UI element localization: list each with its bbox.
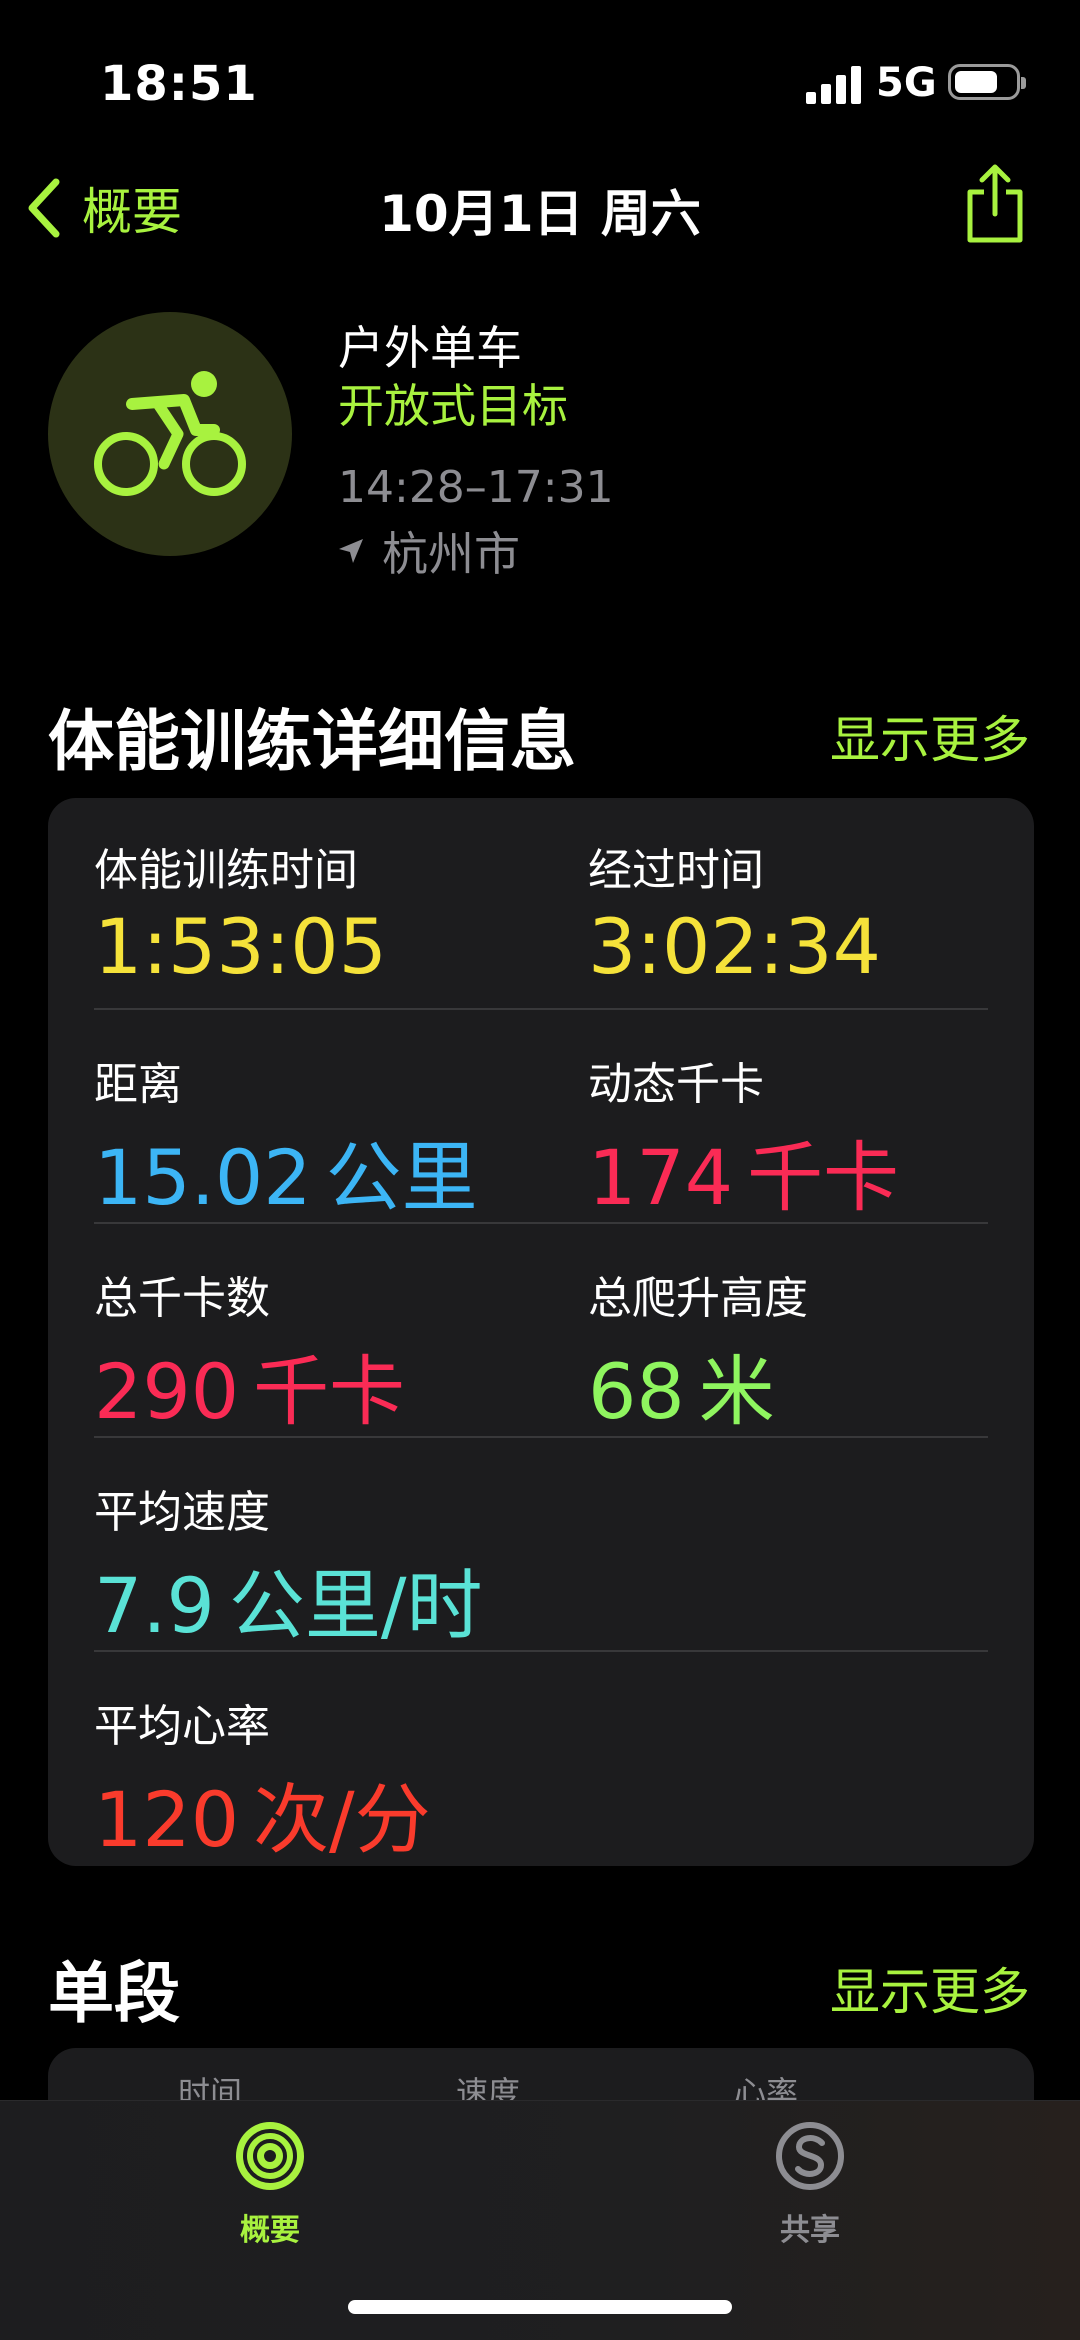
metric-elevation-gain: 总爬升高度 68 米 — [588, 1262, 808, 1440]
workout-details-card: 体能训练时间 1:53:05 经过时间 3:02:34 距离 15.02 公里 动… — [48, 798, 1034, 1866]
metric-workout-time: 体能训练时间 1:53:05 — [94, 834, 387, 991]
chevron-left-icon — [28, 178, 60, 238]
back-label: 概要 — [82, 183, 182, 241]
tab-sharing[interactable]: 共享 — [710, 2121, 910, 2249]
divider — [94, 1008, 988, 1010]
metric-value: 120 次/分 — [94, 1775, 431, 1864]
metric-label: 平均心率 — [94, 1701, 270, 1752]
metric-label: 距离 — [94, 1059, 182, 1110]
metric-label: 动态千卡 — [588, 1059, 764, 1110]
divider — [94, 1222, 988, 1224]
cellular-signal-icon — [806, 64, 866, 104]
metric-active-calories: 动态千卡 174 千卡 — [588, 1048, 899, 1226]
tab-label: 共享 — [780, 2213, 840, 2248]
status-time: 18:51 — [100, 56, 258, 112]
metric-label: 平均速度 — [94, 1487, 270, 1538]
network-type: 5G — [876, 60, 937, 106]
battery-icon — [948, 64, 1026, 100]
metric-average-speed: 平均速度 7.9 公里/时 — [94, 1476, 482, 1654]
workout-location: 杭州市 — [338, 518, 520, 584]
metric-value: 3:02:34 — [588, 902, 881, 991]
metric-label: 总爬升高度 — [588, 1273, 808, 1324]
details-show-more-button[interactable]: 显示更多 — [830, 700, 1030, 772]
divider — [94, 1436, 988, 1438]
sharing-icon — [776, 2122, 844, 2190]
metric-average-heart-rate: 平均心率 120 次/分 — [94, 1690, 431, 1868]
metric-value: 15.02 公里 — [94, 1133, 478, 1222]
tab-summary[interactable]: 概要 — [170, 2121, 370, 2249]
outdoor-cycling-icon — [48, 312, 292, 556]
home-indicator — [348, 2300, 732, 2314]
share-icon — [967, 164, 1023, 243]
workout-goal: 开放式目标 — [338, 379, 568, 433]
metric-value: 290 千卡 — [94, 1347, 406, 1436]
splits-section-title: 单段 — [48, 1955, 180, 2032]
status-bar: 18:51 5G — [0, 0, 1080, 170]
metric-value: 7.9 公里/时 — [94, 1561, 483, 1650]
metric-label: 总千卡数 — [94, 1273, 270, 1324]
divider — [94, 1650, 988, 1652]
metric-value: 1:53:05 — [94, 902, 387, 991]
splits-show-more-button[interactable]: 显示更多 — [830, 1952, 1030, 2024]
details-section-title: 体能训练详细信息 — [48, 703, 576, 780]
location-label: 杭州市 — [382, 527, 520, 581]
back-button[interactable]: 概要 — [24, 168, 182, 248]
metric-value: 68 米 — [588, 1347, 775, 1436]
metric-elapsed-time: 经过时间 3:02:34 — [588, 834, 881, 991]
metric-value: 174 千卡 — [588, 1133, 900, 1222]
activity-rings-icon — [236, 2122, 304, 2190]
workout-time-range: 14:28–17:31 — [338, 462, 614, 513]
metric-total-calories: 总千卡数 290 千卡 — [94, 1262, 405, 1440]
location-arrow-icon — [339, 539, 363, 563]
share-button[interactable] — [962, 162, 1028, 246]
page-title: 10月1日 周六 — [379, 185, 701, 243]
tab-label: 概要 — [240, 2213, 300, 2248]
metric-distance: 距离 15.02 公里 — [94, 1048, 478, 1226]
metric-label: 经过时间 — [588, 845, 764, 896]
metric-label: 体能训练时间 — [94, 845, 358, 896]
workout-type: 户外单车 — [338, 321, 522, 375]
